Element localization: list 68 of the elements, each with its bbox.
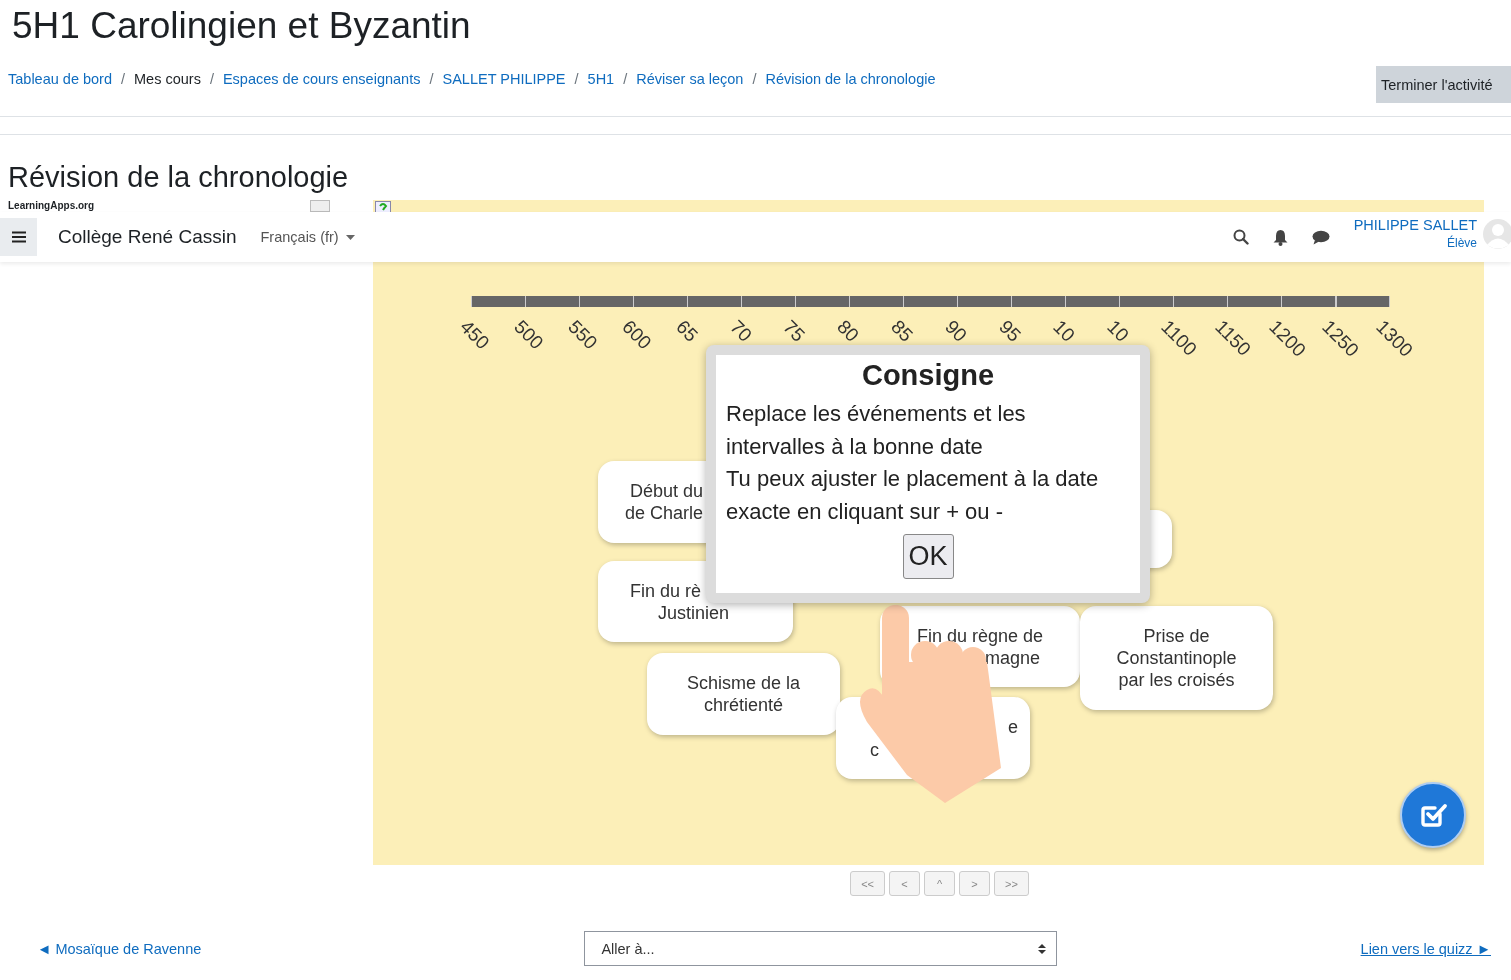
timeline-label: 550 [563,316,602,354]
bell-icon[interactable] [1272,228,1288,246]
ok-button[interactable]: OK [902,534,954,579]
timeline-label: 80 [832,316,864,347]
breadcrumb-separator: / [121,71,126,87]
timeline-label: 90 [940,316,972,347]
timeline-label: 600 [617,316,656,354]
pager-button[interactable]: > [959,871,990,896]
language-menu[interactable]: Français (fr) [260,229,355,245]
timeline-label: 10 [1048,316,1079,347]
event-card-text: magne [985,647,1041,669]
search-icon[interactable] [1232,229,1249,245]
event-card-text: Constantinople [1116,647,1237,669]
breadcrumb-separator: / [623,71,628,87]
menu-button[interactable] [0,218,37,256]
breadcrumb-link[interactable]: Révision de la chronologie [765,71,936,87]
breadcrumb-link[interactable]: Espaces de cours enseignants [222,71,421,87]
activity-title: Révision de la chronologie [7,160,350,195]
chat-icon[interactable] [1311,229,1330,245]
breadcrumb-link[interactable]: Réviser sa leçon [636,71,744,87]
event-card-text: par les croisés [1118,669,1235,691]
timeline-label: 85 [886,316,918,347]
event-card-text: Schisme de la [686,672,801,694]
event-card-text: c [870,739,879,761]
breadcrumb-separator: / [752,71,757,87]
caret-icon [345,234,355,240]
event-card-text: Fin du rè [630,580,702,602]
breadcrumb-link[interactable]: SALLET PHILIPPE [442,71,566,87]
event-card-text: de Charle [625,502,704,524]
breadcrumb-separator: / [209,71,214,87]
timeline-label: 95 [994,316,1025,347]
breadcrumb-separator: / [429,71,434,87]
user-role: Élève [1446,235,1477,250]
complete-activity-button[interactable]: Terminer l'activité [1376,66,1511,103]
next-activity-link[interactable]: Lien vers le quizz ► [1360,940,1491,957]
timeline-label: 500 [509,316,548,354]
previous-activity-link[interactable]: ◄ Mosaïque de Ravenne [37,940,202,957]
breadcrumb-separator: / [574,71,579,87]
timeline-label: 10 [1102,316,1133,347]
menu-icon [11,231,26,243]
breadcrumb-link[interactable]: Tableau de bord [8,71,112,87]
pager-button[interactable]: >> [994,871,1029,896]
timeline-label: 450 [455,316,494,354]
user-name[interactable]: PHILIPPE SALLET [1353,216,1477,233]
pager-button[interactable]: < [889,871,920,896]
event-card-text: chrétienté [703,694,784,716]
jump-to-select[interactable]: Aller à... [584,931,1058,966]
timeline-label: 70 [724,316,756,347]
dialog-text: Replace les événements et les intervalles à la bonne date [726,400,1027,461]
pager-button[interactable]: << [850,871,885,896]
timeline-label: 75 [778,316,810,347]
select-arrows-icon [1038,942,1047,955]
dialog-title: Consigne [860,359,996,392]
event-card-text: Prise de [1143,625,1210,647]
event-card[interactable]: Prise de Constantinople par les croisés [1080,606,1273,710]
breadcrumb-text: Mes cours [134,71,201,87]
pager-button[interactable]: ^ [924,871,955,896]
event-card-text: e [1008,716,1018,738]
event-card-text: Début du [630,480,704,502]
event-card-text: Fin du règne de [917,625,1044,647]
event-card[interactable]: Schisme de la chrétienté [647,653,840,735]
check-button[interactable] [1400,782,1466,848]
breadcrumb-link[interactable]: 5H1 [587,71,615,87]
site-name[interactable]: Collège René Cassin [58,226,237,248]
page-title: 5H1 Carolingien et Byzantin [11,4,472,48]
app-source-title: LearningApps.org [8,200,95,211]
event-card-text: Justinien [658,602,730,624]
timeline-label: 65 [671,316,702,347]
